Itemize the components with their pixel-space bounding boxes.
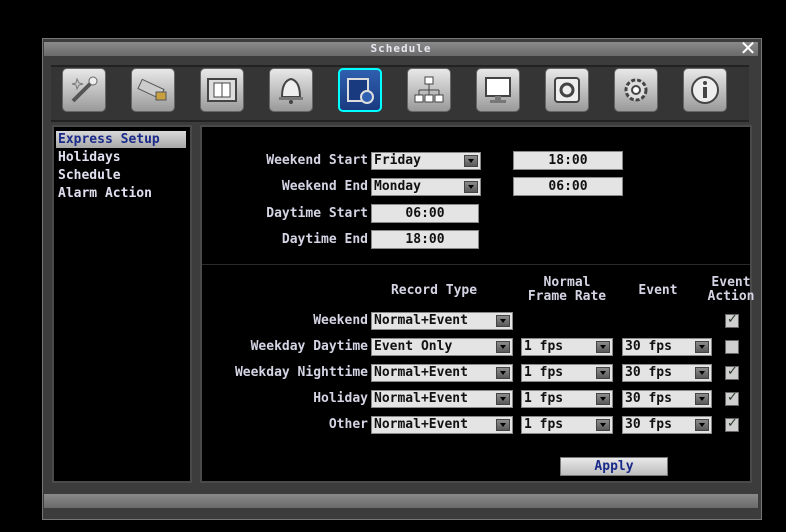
event-action-header-line2: Action [707, 289, 755, 304]
chevron-down-icon[interactable] [496, 315, 510, 327]
weekend-end-day-value: Monday [374, 179, 421, 194]
other-event-fps-select[interactable]: 30 fps [622, 416, 712, 434]
daytime-start-time-field[interactable]: 06:00 [371, 204, 479, 223]
daytime-end-time-field[interactable]: 18:00 [371, 230, 479, 249]
weekday-daytime-normal-fps-value: 1 fps [524, 339, 564, 354]
close-icon[interactable]: ✕ [738, 38, 758, 58]
holiday-normal-fps-select[interactable]: 1 fps [521, 390, 613, 408]
chevron-down-icon[interactable] [464, 181, 478, 193]
section-divider [202, 264, 750, 265]
camera-icon[interactable] [131, 68, 175, 112]
weekday-daytime-event-fps-value: 30 fps [625, 339, 672, 354]
weekend-end-label: Weekend End [281, 179, 368, 194]
chevron-down-icon[interactable] [496, 341, 510, 353]
window-title: Schedule [44, 42, 758, 56]
row-label-weekend: Weekend [313, 313, 368, 328]
sidebar-item-express-setup[interactable]: Express Setup [56, 131, 186, 148]
chevron-down-icon[interactable] [596, 367, 610, 379]
schedule-icon[interactable] [338, 68, 382, 112]
weekday-nighttime-normal-fps-select[interactable]: 1 fps [521, 364, 613, 382]
weekend-record-type-value: Normal+Event [374, 313, 468, 328]
network-icon[interactable] [407, 68, 451, 112]
weekday-nighttime-normal-fps-value: 1 fps [524, 365, 564, 380]
weekday-daytime-record-type-value: Event Only [374, 339, 453, 354]
info-icon[interactable] [683, 68, 727, 112]
daytime-end-label: Daytime End [281, 232, 368, 247]
weekday-nighttime-event-fps-select[interactable]: 30 fps [622, 364, 712, 382]
sidebar-item-alarm-action[interactable]: Alarm Action [56, 185, 152, 202]
holiday-event-action-checkbox[interactable] [725, 390, 739, 406]
event-header: Event [638, 283, 678, 298]
other-event-action-checkbox[interactable] [725, 416, 739, 432]
chevron-down-icon[interactable] [596, 341, 610, 353]
normal-frame-rate-header-line1: Normal [543, 275, 591, 290]
chevron-down-icon[interactable] [496, 393, 510, 405]
weekday-nighttime-record-type-value: Normal+Event [374, 365, 468, 380]
apply-button[interactable]: Apply [560, 457, 668, 476]
sidebar-item-schedule[interactable]: Schedule [56, 167, 121, 184]
row-label-other: Other [328, 417, 368, 432]
sidebar-item-holidays[interactable]: Holidays [56, 149, 121, 166]
alarm-bell-icon[interactable] [269, 68, 313, 112]
chevron-down-icon[interactable] [496, 419, 510, 431]
weekend-end-day-select[interactable]: Monday [371, 178, 481, 196]
display-icon[interactable] [476, 68, 520, 112]
holiday-normal-fps-value: 1 fps [524, 391, 564, 406]
other-record-type-value: Normal+Event [374, 417, 468, 432]
weekend-start-label: Weekend Start [266, 153, 368, 168]
holiday-event-fps-select[interactable]: 30 fps [622, 390, 712, 408]
daytime-start-label: Daytime Start [266, 206, 368, 221]
chevron-down-icon[interactable] [695, 393, 709, 405]
chevron-down-icon[interactable] [464, 155, 478, 167]
chevron-down-icon[interactable] [496, 367, 510, 379]
weekday-nighttime-event-fps-value: 30 fps [625, 365, 672, 380]
normal-frame-rate-header-line2: Frame Rate [527, 289, 607, 304]
weekday-daytime-event-action-checkbox[interactable] [725, 340, 739, 354]
weekday-daytime-record-type-select[interactable]: Event Only [371, 338, 513, 356]
chevron-down-icon[interactable] [596, 419, 610, 431]
other-normal-fps-select[interactable]: 1 fps [521, 416, 613, 434]
weekday-nighttime-record-type-select[interactable]: Normal+Event [371, 364, 513, 382]
chevron-down-icon[interactable] [695, 341, 709, 353]
row-label-holiday: Holiday [313, 391, 368, 406]
film-icon[interactable] [200, 68, 244, 112]
chevron-down-icon[interactable] [695, 367, 709, 379]
weekend-start-day-value: Friday [374, 153, 421, 168]
weekend-start-time-field[interactable]: 18:00 [513, 151, 623, 170]
holiday-event-fps-value: 30 fps [625, 391, 672, 406]
weekday-nighttime-event-action-checkbox[interactable] [725, 364, 739, 380]
other-event-fps-value: 30 fps [625, 417, 672, 432]
holiday-record-type-select[interactable]: Normal+Event [371, 390, 513, 408]
other-normal-fps-value: 1 fps [524, 417, 564, 432]
backup-disk-icon[interactable] [545, 68, 589, 112]
weekend-start-day-select[interactable]: Friday [371, 152, 481, 170]
wand-icon[interactable] [62, 68, 106, 112]
weekday-daytime-normal-fps-select[interactable]: 1 fps [521, 338, 613, 356]
gear-icon[interactable] [614, 68, 658, 112]
weekend-event-action-checkbox[interactable] [725, 312, 739, 328]
other-record-type-select[interactable]: Normal+Event [371, 416, 513, 434]
row-label-weekday-nighttime: Weekday Nighttime [234, 365, 368, 380]
status-bar [44, 494, 758, 508]
holiday-record-type-value: Normal+Event [374, 391, 468, 406]
chevron-down-icon[interactable] [596, 393, 610, 405]
record-type-header: Record Type [390, 283, 478, 298]
weekday-daytime-event-fps-select[interactable]: 30 fps [622, 338, 712, 356]
event-action-header-line1: Event [711, 275, 751, 290]
weekend-record-type-select[interactable]: Normal+Event [371, 312, 513, 330]
row-label-weekday-daytime: Weekday Daytime [250, 339, 368, 354]
weekend-end-time-field[interactable]: 06:00 [513, 177, 623, 196]
chevron-down-icon[interactable] [695, 419, 709, 431]
